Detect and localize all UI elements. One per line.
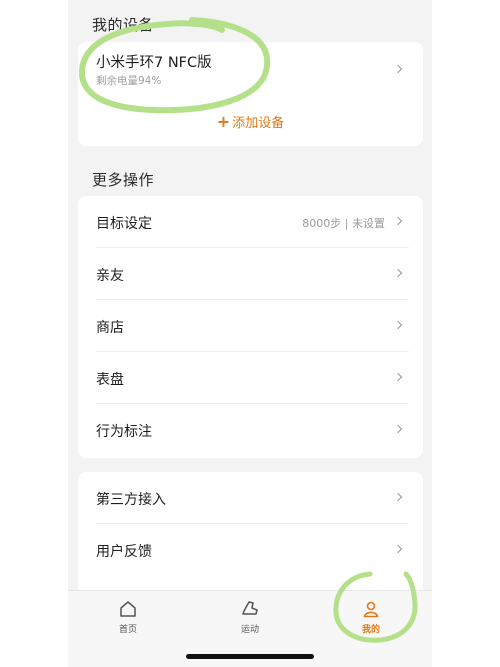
chevron-right-icon (393, 216, 403, 226)
more-actions-card: 目标设定 8000步 | 未设置 亲友 商店 表盘 行为标注 (78, 196, 423, 458)
device-card: 小米手环7 NFC版 剩余电量94% + 添加设备 (78, 42, 423, 146)
chevron-right-icon (393, 320, 403, 330)
app-screen: 我的设备 小米手环7 NFC版 剩余电量94% + 添加设备 更多操作 目标设定 … (68, 0, 432, 667)
home-indicator (186, 654, 314, 659)
chevron-right-icon (393, 492, 403, 502)
row-label: 亲友 (96, 268, 124, 284)
friends-row[interactable]: 亲友 (78, 248, 423, 300)
tab-label: 运动 (240, 625, 259, 635)
row-label: 商店 (96, 320, 124, 336)
add-device-label: 添加设备 (232, 116, 285, 131)
chevron-right-icon (393, 372, 403, 382)
chevron-right-icon (393, 268, 403, 278)
other-card: 第三方接入 用户反馈 (78, 472, 423, 602)
user-icon (363, 601, 379, 618)
battery-level: 剩余电量94% (96, 75, 162, 87)
chevron-right-icon (393, 64, 403, 74)
row-label: 行为标注 (96, 424, 152, 440)
tab-label: 我的 (361, 625, 380, 635)
behavior-label-row[interactable]: 行为标注 (78, 404, 423, 456)
tab-label: 首页 (118, 625, 137, 635)
store-row[interactable]: 商店 (78, 300, 423, 352)
tab-profile[interactable]: 我的 (331, 591, 411, 641)
watch-face-row[interactable]: 表盘 (78, 352, 423, 404)
device-row[interactable]: 小米手环7 NFC版 剩余电量94% (78, 42, 423, 100)
more-actions-heading: 更多操作 (92, 171, 155, 189)
home-icon (120, 601, 136, 617)
feedback-row[interactable]: 用户反馈 (78, 524, 423, 576)
add-device-button[interactable]: + 添加设备 (78, 112, 423, 131)
row-label: 第三方接入 (96, 492, 166, 508)
goal-setting-row[interactable]: 目标设定 8000步 | 未设置 (78, 196, 423, 248)
goal-value: 8000步 | 未设置 (302, 217, 385, 230)
third-party-row[interactable]: 第三方接入 (78, 472, 423, 524)
tab-workout[interactable]: 运动 (210, 591, 290, 641)
chevron-right-icon (393, 424, 403, 434)
row-label: 用户反馈 (96, 544, 152, 560)
plus-icon: + (216, 112, 231, 131)
row-label: 表盘 (96, 372, 124, 388)
shoe-icon (242, 601, 258, 615)
device-name: 小米手环7 NFC版 (96, 55, 212, 71)
chevron-right-icon (393, 544, 403, 554)
row-label: 目标设定 (96, 216, 152, 232)
my-devices-heading: 我的设备 (92, 16, 155, 34)
tab-home[interactable]: 首页 (88, 591, 168, 641)
